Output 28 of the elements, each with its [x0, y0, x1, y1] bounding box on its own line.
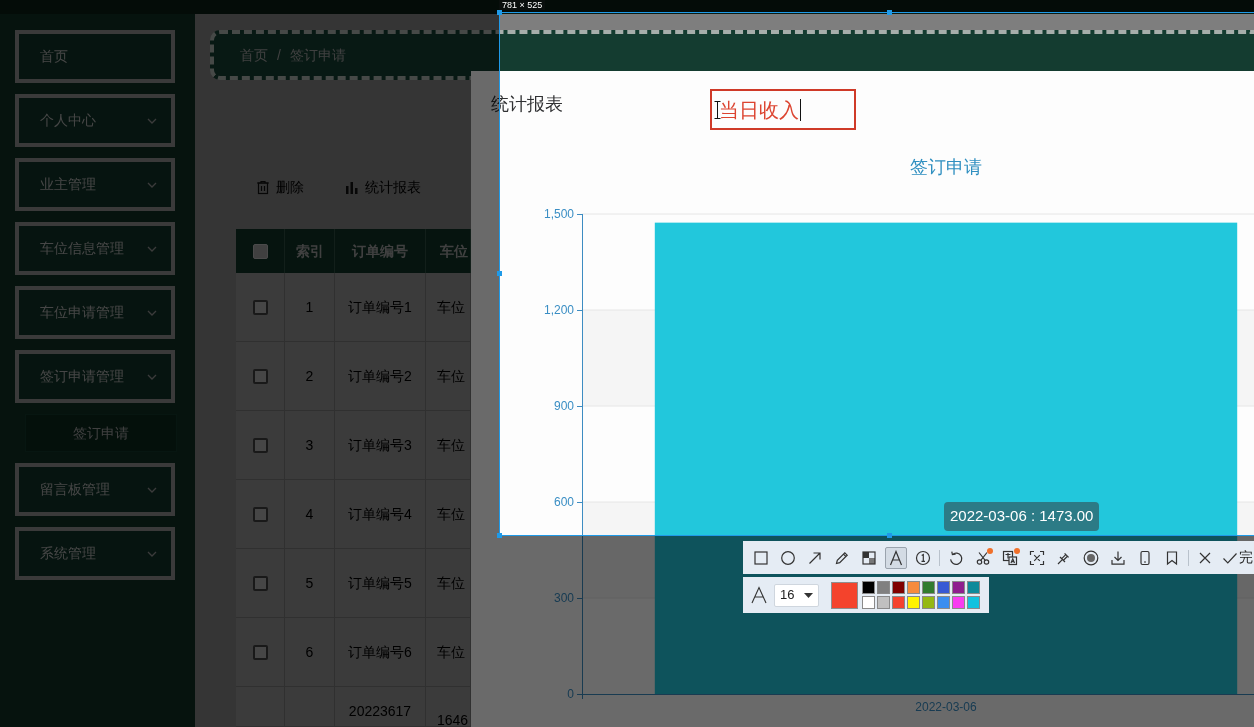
table-cell: 车位 [426, 411, 471, 480]
y-axis-label: 1,500 [543, 207, 574, 221]
y-axis-label: 600 [553, 495, 574, 509]
chart-tooltip: 2022-03-06 : 1473.00 [944, 502, 1100, 531]
table-header-cell: 索引 [285, 229, 335, 273]
table-cell: 4 [285, 480, 335, 549]
chart-title: 签订申请 [910, 157, 982, 177]
breadcrumb-separator: / [277, 45, 281, 65]
table-cell: 1646 [426, 687, 471, 727]
table-cell: 20223617 [335, 687, 426, 727]
table-cell: 2 [285, 342, 335, 411]
y-axis-label: 0 [567, 687, 574, 701]
table-cell: 6 [285, 618, 335, 687]
y-axis-label: 900 [553, 399, 574, 413]
size-label: 781 × 525 [499, 0, 546, 10]
table-cell: 车位 [426, 549, 471, 618]
table-cell: 车位 [426, 342, 471, 411]
table-cell: 车位 [426, 480, 471, 549]
table-cell: 1 [285, 273, 335, 342]
y-axis-label: 300 [553, 591, 574, 605]
table-cell: 车位 [426, 618, 471, 687]
table-cell: 5 [285, 549, 335, 618]
x-axis-label: 2022-03-06 [915, 700, 977, 714]
y-axis-label: 1,200 [543, 303, 574, 317]
table-cell: 3 [285, 411, 335, 480]
table-cell: 车位 [426, 273, 471, 342]
table-header-cell: 车位 [426, 229, 471, 273]
table-header-cell: 订单编号 [335, 229, 426, 273]
